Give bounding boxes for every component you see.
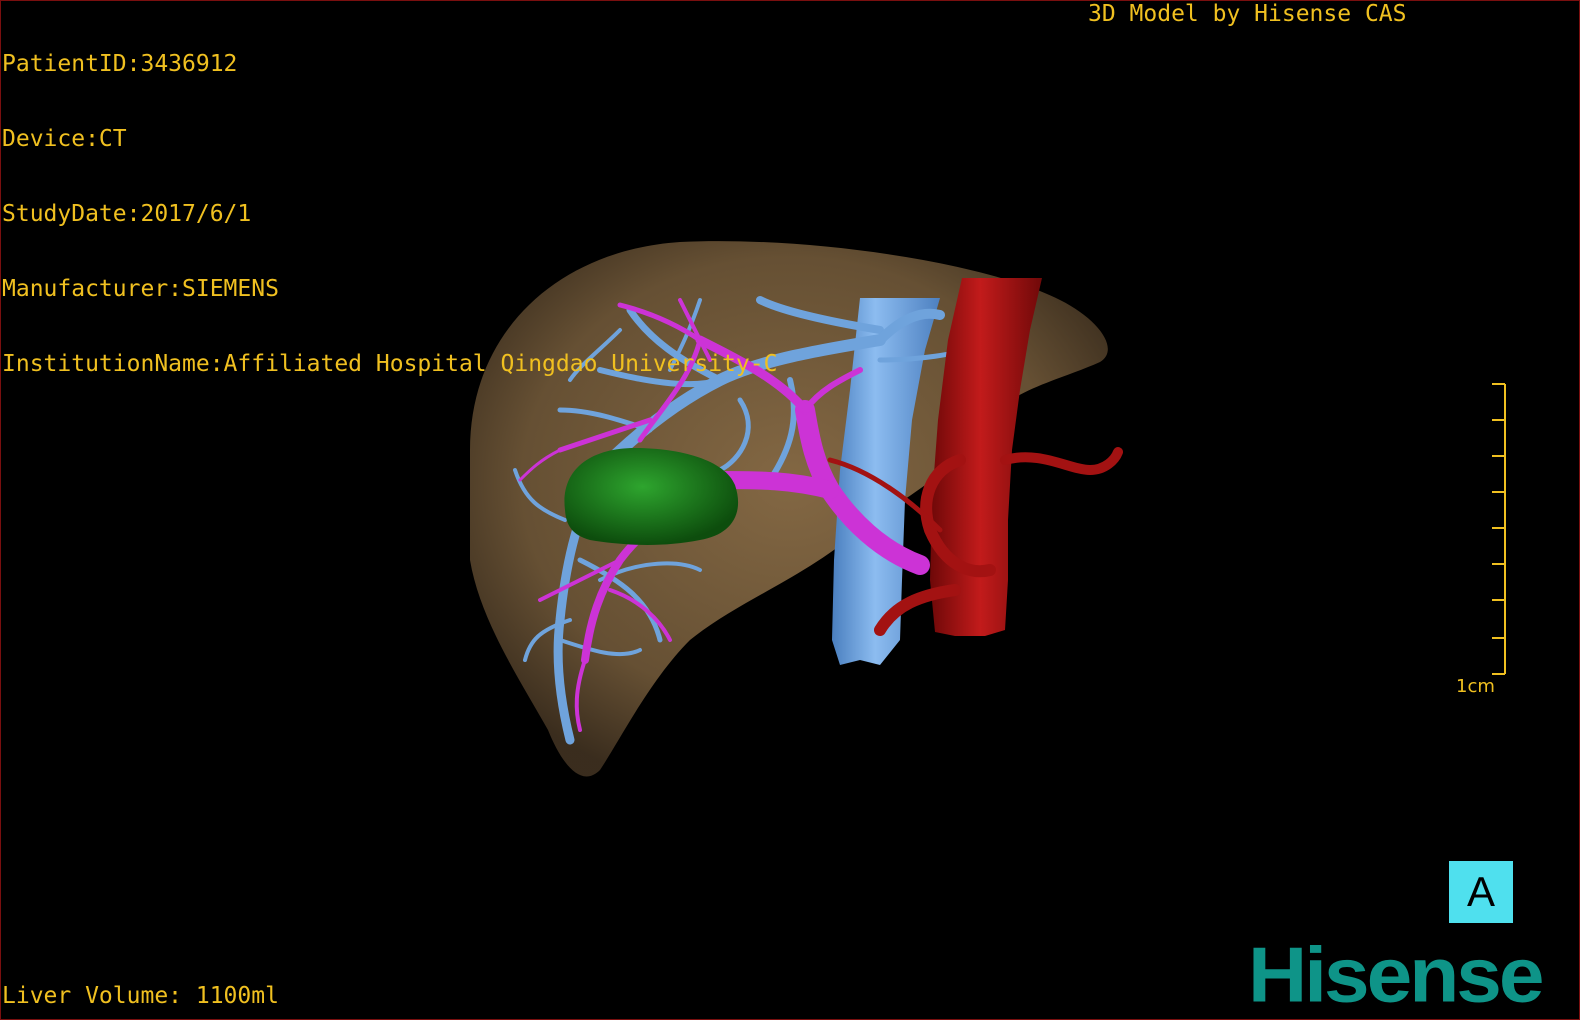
institution-text: InstitutionName:Affiliated Hospital Qing… xyxy=(2,351,778,377)
device-text: Device:CT xyxy=(2,126,127,152)
model-credit-text: 3D Model by Hisense CAS xyxy=(1088,1,1407,27)
hisense-logo: Hisense xyxy=(1248,932,1545,1019)
study-date-text: StudyDate:2017/6/1 xyxy=(2,201,252,227)
manufacturer-text: Manufacturer:SIEMENS xyxy=(2,276,279,302)
scale-bar xyxy=(1492,383,1506,675)
patient-id-text: PatientID:3436912 xyxy=(2,51,238,77)
scale-bar-label: 1cm xyxy=(1456,676,1495,697)
dicom-info-overlay: PatientID:3436912 Device:CT StudyDate:20… xyxy=(2,2,777,402)
liver-volume-text: Liver Volume: 1100ml xyxy=(2,983,279,1009)
orientation-button[interactable]: A xyxy=(1449,861,1513,923)
